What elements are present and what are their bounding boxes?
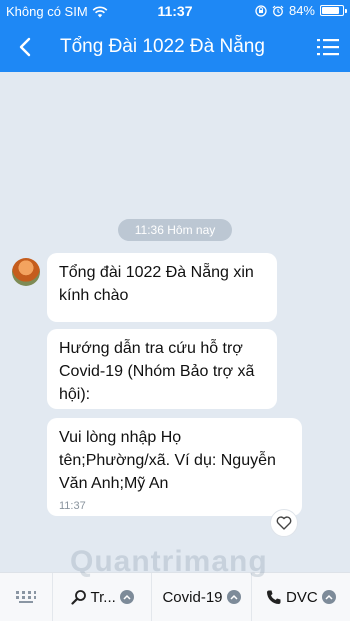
carrier-info: Không có SIM <box>6 4 108 19</box>
quick-action-search[interactable]: Tr... <box>52 572 151 621</box>
chevron-up-icon <box>119 590 134 604</box>
chevron-up-icon <box>321 590 336 604</box>
quick-action-covid[interactable]: Covid-19 <box>151 572 250 621</box>
battery-level <box>322 7 339 14</box>
avatar[interactable] <box>12 258 40 286</box>
status-bar: Không có SIM 11:37 84% <box>0 0 350 22</box>
chevron-left-icon <box>19 37 31 57</box>
message-text: Vui lòng nhập Họ tên;Phường/xã. Ví dụ: N… <box>59 429 276 492</box>
wifi-icon <box>92 6 108 17</box>
message-text: Hướng dẫn tra cứu hỗ trợ Covid-19 (Nhóm … <box>59 340 255 403</box>
back-button[interactable] <box>10 32 40 62</box>
chat-area[interactable]: 11:36 Hôm nay Tổng đài 1022 Đà Nẵng xin … <box>0 72 350 572</box>
message-bubble[interactable]: Tổng đài 1022 Đà Nẵng xin kính chào <box>47 253 277 322</box>
keyboard-dots-icon <box>16 591 36 603</box>
alarm-icon <box>272 5 284 16</box>
message-bubble[interactable]: Hướng dẫn tra cứu hỗ trợ Covid-19 (Nhóm … <box>47 329 277 409</box>
phone-icon <box>266 590 281 604</box>
quick-action-dvc[interactable]: DVC <box>250 572 350 621</box>
keyboard-button[interactable] <box>0 573 52 621</box>
battery-icon <box>320 5 347 16</box>
quick-action-label: Covid-19 <box>162 588 223 606</box>
carrier-label: Không có SIM <box>6 4 88 19</box>
quick-action-label: DVC <box>285 588 318 606</box>
status-right: 84% <box>255 3 347 18</box>
battery-percent: 84% <box>288 3 315 18</box>
quick-action-label: Tr... <box>90 588 116 606</box>
search-icon <box>70 590 86 605</box>
message-time: 11:37 <box>59 500 86 512</box>
quick-action-bar: Tr... Covid-19 DVC <box>0 572 350 621</box>
date-separator: 11:36 Hôm nay <box>118 219 232 241</box>
message-bubble[interactable]: Vui lòng nhập Họ tên;Phường/xã. Ví dụ: N… <box>47 418 302 516</box>
message-text: Tổng đài 1022 Đà Nẵng xin kính chào <box>59 264 254 304</box>
like-button[interactable] <box>270 509 298 537</box>
list-menu-icon <box>317 39 339 56</box>
rotation-lock-icon <box>255 4 267 17</box>
chat-header: Tổng Đài 1022 Đà Nẵng <box>0 22 350 72</box>
heart-icon <box>276 516 292 530</box>
chevron-up-icon <box>226 590 241 604</box>
page-title: Tổng Đài 1022 Đà Nẵng <box>60 36 265 57</box>
menu-button[interactable] <box>314 33 342 61</box>
